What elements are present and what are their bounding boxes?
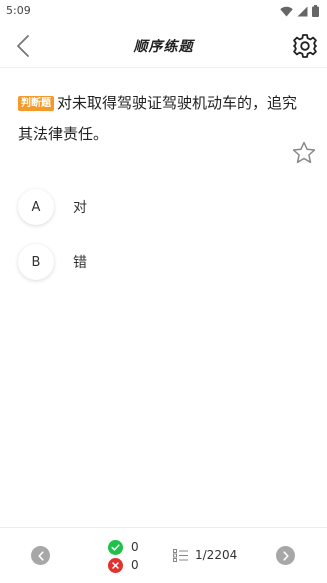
question-text-block: 判断题 对未取得驾驶证驾驶机动车的，追究其法律责任。 — [18, 88, 308, 150]
status-icons — [280, 5, 319, 17]
question-type-badge: 判断题 — [18, 96, 54, 111]
correct-count-row: 0 — [108, 538, 139, 556]
signal-icon — [297, 6, 308, 16]
wifi-icon — [280, 6, 293, 16]
question-list-button[interactable]: 1/2204 — [173, 548, 237, 562]
next-question-button[interactable] — [276, 546, 295, 565]
wrong-count-row: 0 — [108, 556, 139, 574]
option-b-text: 错 — [73, 255, 87, 271]
status-time: 5:09 — [6, 4, 31, 17]
option-a[interactable]: A 对 — [18, 189, 308, 225]
screen: 5:09 顺序练题 判断题 对未取得驾驶证驾驶机动车的，追究其法律责任。 A 对… — [0, 0, 327, 583]
option-b-letter: B — [18, 244, 54, 280]
favorite-button[interactable] — [291, 140, 317, 166]
star-icon — [292, 141, 316, 164]
header: 顺序练题 — [0, 24, 327, 68]
check-icon — [108, 539, 123, 555]
gear-icon — [293, 34, 317, 58]
chevron-right-icon — [282, 550, 289, 561]
option-a-text: 对 — [73, 200, 87, 216]
option-b[interactable]: B 错 — [18, 244, 308, 280]
footer-bar: 0 0 1/2204 — [0, 527, 327, 583]
page-title: 顺序练题 — [133, 39, 194, 55]
battery-icon — [312, 5, 319, 17]
chevron-left-icon — [37, 550, 44, 561]
previous-question-button[interactable] — [31, 546, 50, 565]
cross-icon — [108, 557, 123, 573]
status-bar: 5:09 — [0, 0, 327, 24]
list-icon — [173, 548, 188, 562]
wrong-count: 0 — [131, 558, 139, 572]
answer-stats: 0 0 — [108, 538, 139, 574]
correct-count: 0 — [131, 540, 139, 554]
settings-button[interactable] — [292, 33, 318, 59]
question-progress: 1/2204 — [195, 548, 238, 562]
option-a-letter: A — [18, 189, 54, 225]
question-text: 对未取得驾驶证驾驶机动车的，追究其法律责任。 — [18, 94, 298, 143]
